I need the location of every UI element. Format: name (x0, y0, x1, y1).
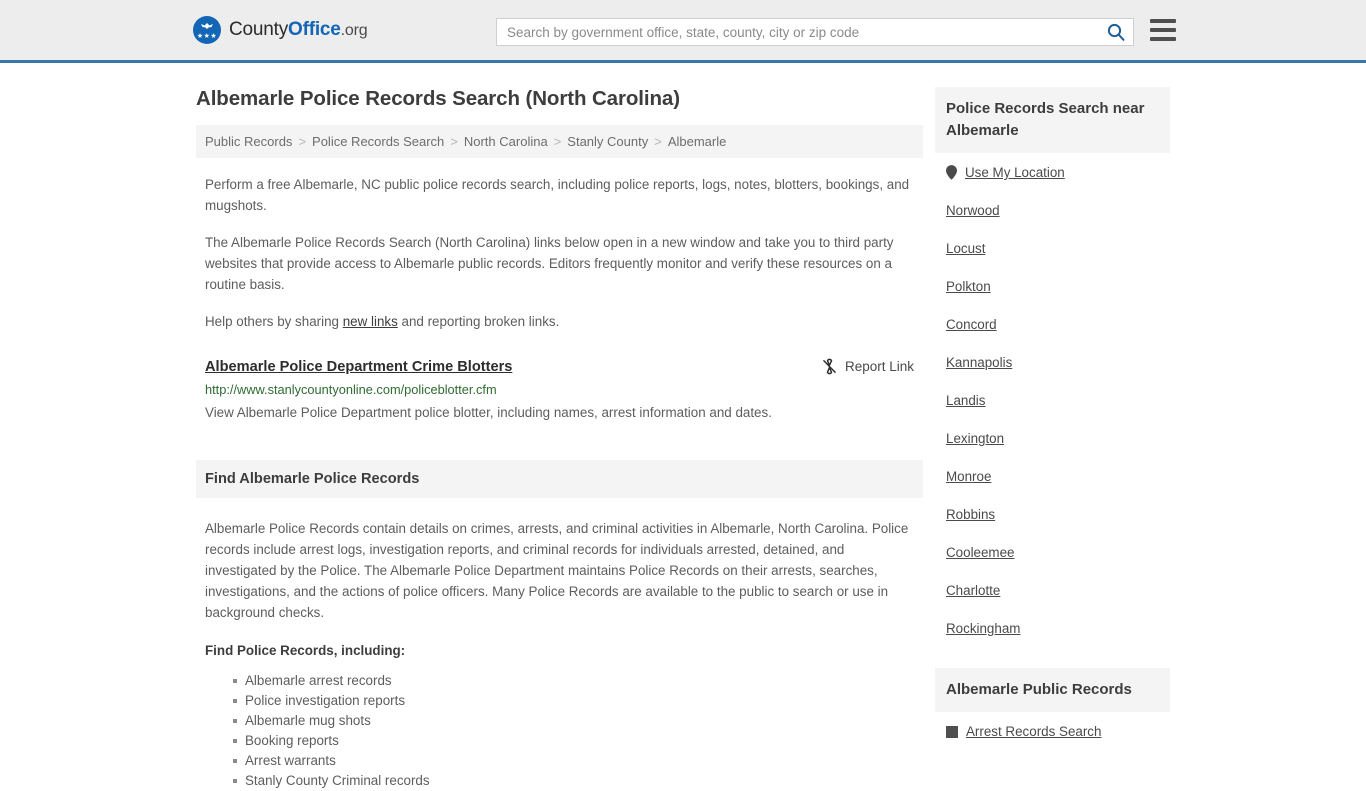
sidebar-nearby-heading: Police Records Search near Albemarle (935, 87, 1170, 153)
sidebar-city-lexington[interactable]: Lexington (946, 431, 1004, 446)
arrest-records-search-link[interactable]: Arrest Records Search (966, 724, 1101, 739)
hamburger-bar-2 (1150, 28, 1176, 32)
sidebar-city-norwood[interactable]: Norwood (946, 203, 1000, 218)
breadcrumb: Public Records > Police Records Search >… (196, 125, 923, 158)
eagle-seal-icon: ★★★ (193, 16, 221, 44)
breadcrumb-item-public-records[interactable]: Public Records (205, 134, 292, 149)
result-item: Albemarle Police Department Crime Blotte… (205, 358, 914, 423)
list-item: Albemarle arrest records (233, 671, 914, 691)
section-paragraph: Albemarle Police Records contain details… (205, 521, 909, 620)
new-links-link[interactable]: new links (343, 314, 398, 329)
hamburger-bar-3 (1150, 37, 1176, 41)
use-my-location-row[interactable]: Use My Location (946, 153, 1159, 191)
intro-paragraph-3: Help others by sharing new links and rep… (205, 311, 914, 332)
sidebar-city-robbins[interactable]: Robbins (946, 507, 995, 522)
sidebar-city-row[interactable]: Norwood (946, 191, 1159, 229)
sidebar-public-record-row[interactable]: Arrest Records Search (946, 712, 1159, 750)
report-link-label: Report Link (844, 359, 914, 374)
records-list: Albemarle arrest records Police investig… (205, 671, 914, 791)
report-link-button[interactable]: Report Link (821, 358, 914, 375)
sidebar-city-polkton[interactable]: Polkton (946, 279, 991, 294)
brand-part-county: County (229, 19, 289, 40)
list-item: Police investigation reports (233, 691, 914, 711)
intro-paragraph-2: The Albemarle Police Records Search (Nor… (205, 235, 894, 292)
hamburger-menu-icon[interactable] (1150, 19, 1176, 41)
intro-p3-before: Help others by sharing (205, 314, 343, 329)
brand-wordmark: CountyOffice.org (229, 19, 368, 41)
result-description: View Albemarle Police Department police … (205, 405, 772, 420)
sidebar-city-row[interactable]: Cooleemee (946, 533, 1159, 571)
sidebar-public-records-heading: Albemarle Public Records (935, 668, 1170, 712)
section-list-heading: Find Police Records, including: (205, 643, 406, 658)
sidebar-city-row[interactable]: Rockingham (946, 609, 1159, 647)
result-header-row: Albemarle Police Department Crime Blotte… (205, 358, 914, 375)
square-bullet-icon (946, 725, 958, 738)
search-icon (1107, 23, 1125, 41)
sidebar-public-records-links: Arrest Records Search (935, 712, 1170, 750)
brand-part-tld: .org (340, 22, 368, 39)
broken-link-icon (823, 358, 836, 375)
logo-stars: ★★★ (196, 33, 218, 40)
section-heading: Find Albemarle Police Records (196, 460, 923, 498)
result-title-link[interactable]: Albemarle Police Department Crime Blotte… (205, 359, 512, 375)
breadcrumb-item-stanly-county[interactable]: Stanly County (567, 134, 648, 149)
breadcrumb-item-police-records-search[interactable]: Police Records Search (312, 134, 444, 149)
sidebar-city-charlotte[interactable]: Charlotte (946, 583, 1000, 598)
list-item: Albemarle mug shots (233, 711, 914, 731)
search-bar[interactable] (496, 18, 1134, 46)
sidebar-city-rockingham[interactable]: Rockingham (946, 621, 1020, 636)
sidebar-city-cooleemee[interactable]: Cooleemee (946, 545, 1014, 560)
sidebar-city-row[interactable]: Robbins (946, 495, 1159, 533)
site-logo[interactable]: ★★★ CountyOffice.org (193, 16, 368, 44)
breadcrumb-item-north-carolina[interactable]: North Carolina (464, 134, 548, 149)
sidebar: Police Records Search near Albemarle Use… (935, 87, 1170, 791)
page-title: Albemarle Police Records Search (North C… (196, 87, 680, 110)
sidebar-city-row[interactable]: Landis (946, 381, 1159, 419)
sidebar-city-row[interactable]: Lexington (946, 419, 1159, 457)
breadcrumb-separator: > (553, 134, 562, 149)
use-my-location-link[interactable]: Use My Location (965, 165, 1065, 180)
intro-p3-after: and reporting broken links. (397, 314, 560, 329)
sidebar-city-row[interactable]: Monroe (946, 457, 1159, 495)
eagle-glyph (201, 23, 213, 29)
main-content: Albemarle Police Records Search (North C… (196, 87, 923, 791)
list-item: Booking reports (233, 731, 914, 751)
hamburger-bar-1 (1150, 19, 1176, 23)
breadcrumb-separator: > (654, 134, 662, 149)
sidebar-city-monroe[interactable]: Monroe (946, 469, 991, 484)
site-header: ★★★ CountyOffice.org (0, 0, 1366, 63)
sidebar-city-landis[interactable]: Landis (946, 393, 985, 408)
sidebar-city-row[interactable]: Concord (946, 305, 1159, 343)
search-button[interactable] (1099, 19, 1133, 45)
sidebar-city-row[interactable]: Kannapolis (946, 343, 1159, 381)
page-body: Albemarle Police Records Search (North C… (0, 87, 1366, 791)
section-body: Albemarle Police Records contain details… (196, 518, 923, 791)
sidebar-city-row[interactable]: Polkton (946, 267, 1159, 305)
sidebar-nearby-links: Use My Location Norwood Locust Polkton C… (935, 153, 1170, 647)
breadcrumb-item-albemarle[interactable]: Albemarle (668, 134, 727, 149)
brand-part-office: Office (288, 19, 341, 40)
breadcrumb-separator: > (450, 134, 458, 149)
sidebar-city-kannapolis[interactable]: Kannapolis (946, 355, 1012, 370)
list-item: Stanly County Criminal records (233, 771, 914, 791)
intro-text: Perform a free Albemarle, NC public poli… (196, 174, 923, 332)
map-pin-icon (946, 165, 957, 180)
sidebar-city-locust[interactable]: Locust (946, 241, 985, 256)
sidebar-city-concord[interactable]: Concord (946, 317, 997, 332)
intro-paragraph-1: Perform a free Albemarle, NC public poli… (205, 177, 910, 213)
list-item: Arrest warrants (233, 751, 914, 771)
result-url: http://www.stanlycountyonline.com/police… (205, 382, 497, 397)
breadcrumb-separator: > (298, 134, 307, 149)
sidebar-city-row[interactable]: Locust (946, 229, 1159, 267)
search-input[interactable] (497, 24, 1099, 40)
sidebar-city-row[interactable]: Charlotte (946, 571, 1159, 609)
